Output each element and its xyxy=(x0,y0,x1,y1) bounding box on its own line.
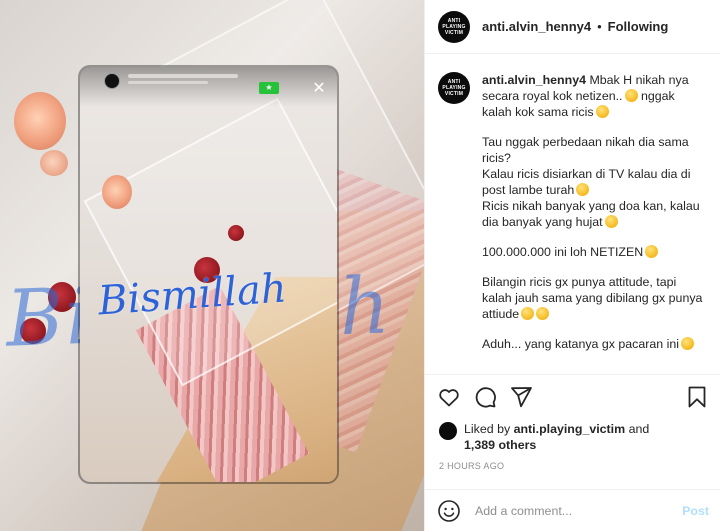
likes-summary: Liked by anti.playing_victim and 1,389 o… xyxy=(439,421,709,453)
avatar[interactable]: ANTI PLAYING VICTIM xyxy=(438,10,470,43)
caption-avatar[interactable]: ANTI PLAYING VICTIM xyxy=(438,72,470,104)
flower-decoration xyxy=(14,92,66,150)
caption-paragraph: 100.000.000 ini loh NETIZEN xyxy=(482,244,707,260)
laughing-emoji-icon xyxy=(681,337,695,350)
likes-middle: and xyxy=(625,422,650,436)
likes-prefix: Liked by xyxy=(464,422,514,436)
caption-paragraph: Bilangin ricis gx punya attitude, tapi k… xyxy=(482,274,707,322)
caption-paragraph: anti.alvin_henny4 Mbak H nikah nya secar… xyxy=(482,72,707,120)
follow-status-button[interactable]: Following xyxy=(608,19,669,34)
liker-avatar xyxy=(439,422,457,440)
flower-decoration xyxy=(102,175,132,209)
caption-text: Ricis nikah banyak yang doa kan, kalau d… xyxy=(482,199,700,229)
post-header: ANTI PLAYING VICTIM anti.alvin_henny4 • … xyxy=(425,0,720,54)
post-media[interactable]: Bismillah Bismillah ★ ✕ xyxy=(0,0,424,531)
caption-text: Bilangin ricis gx punya attitude, tapi k… xyxy=(482,275,703,321)
laughing-emoji-icon xyxy=(521,307,535,320)
author-username[interactable]: anti.alvin_henny4 xyxy=(482,19,591,34)
comment-icon[interactable] xyxy=(473,385,497,409)
caption-text: Tau nggak perbedaan nikah dia sama ricis… xyxy=(482,135,689,165)
caption-paragraph: Tau nggak perbedaan nikah dia sama ricis… xyxy=(482,134,707,230)
story-screenshot: Bismillah ★ ✕ xyxy=(80,67,337,482)
laughing-emoji-icon xyxy=(576,183,590,196)
heart-icon[interactable] xyxy=(437,385,461,409)
laughing-emoji-icon xyxy=(604,215,618,228)
flower-decoration xyxy=(40,150,68,176)
post-timestamp[interactable]: 2 HOURS AGO xyxy=(439,461,504,471)
story-username-placeholder xyxy=(128,74,238,78)
caption-author[interactable]: anti.alvin_henny4 xyxy=(482,73,586,87)
post-sidebar: ANTI PLAYING VICTIM anti.alvin_henny4 • … xyxy=(424,0,720,531)
likes-others-link[interactable]: 1,389 others xyxy=(464,438,536,452)
liker-username[interactable]: anti.playing_victim xyxy=(514,422,626,436)
story-header xyxy=(80,67,337,107)
avatar-label: ANTI PLAYING VICTIM xyxy=(442,79,466,97)
post-caption: ANTI PLAYING VICTIM anti.alvin_henny4 Mb… xyxy=(425,54,720,374)
bookmark-icon[interactable] xyxy=(685,385,709,409)
emoji-icon[interactable] xyxy=(437,499,461,523)
caption-text: 100.000.000 ini loh NETIZEN xyxy=(482,245,644,259)
post-actions xyxy=(425,374,720,418)
laughing-emoji-icon xyxy=(645,245,659,258)
close-icon: ✕ xyxy=(312,80,326,97)
caption-paragraph: Aduh... yang katanya gx pacaran ini xyxy=(482,336,707,352)
caption-body: anti.alvin_henny4 Mbak H nikah nya secar… xyxy=(482,72,707,374)
laughing-emoji-icon xyxy=(595,105,609,118)
story-badge-icon: ★ xyxy=(259,82,279,94)
avatar-label: ANTI PLAYING VICTIM xyxy=(442,17,466,36)
separator-dot: • xyxy=(597,19,602,34)
caption-text: Aduh... yang katanya gx pacaran ini xyxy=(482,337,680,351)
share-icon[interactable] xyxy=(509,385,533,409)
rose-decoration xyxy=(228,225,244,241)
laughing-emoji-icon xyxy=(536,307,550,320)
post-comment-button[interactable]: Post xyxy=(682,504,709,518)
story-avatar xyxy=(104,73,120,89)
comment-input[interactable] xyxy=(475,503,683,518)
comment-bar: Post xyxy=(425,489,720,531)
laughing-emoji-icon xyxy=(624,89,638,102)
story-caption-placeholder xyxy=(128,81,208,84)
likes-text: Liked by anti.playing_victim and 1,389 o… xyxy=(464,421,649,453)
